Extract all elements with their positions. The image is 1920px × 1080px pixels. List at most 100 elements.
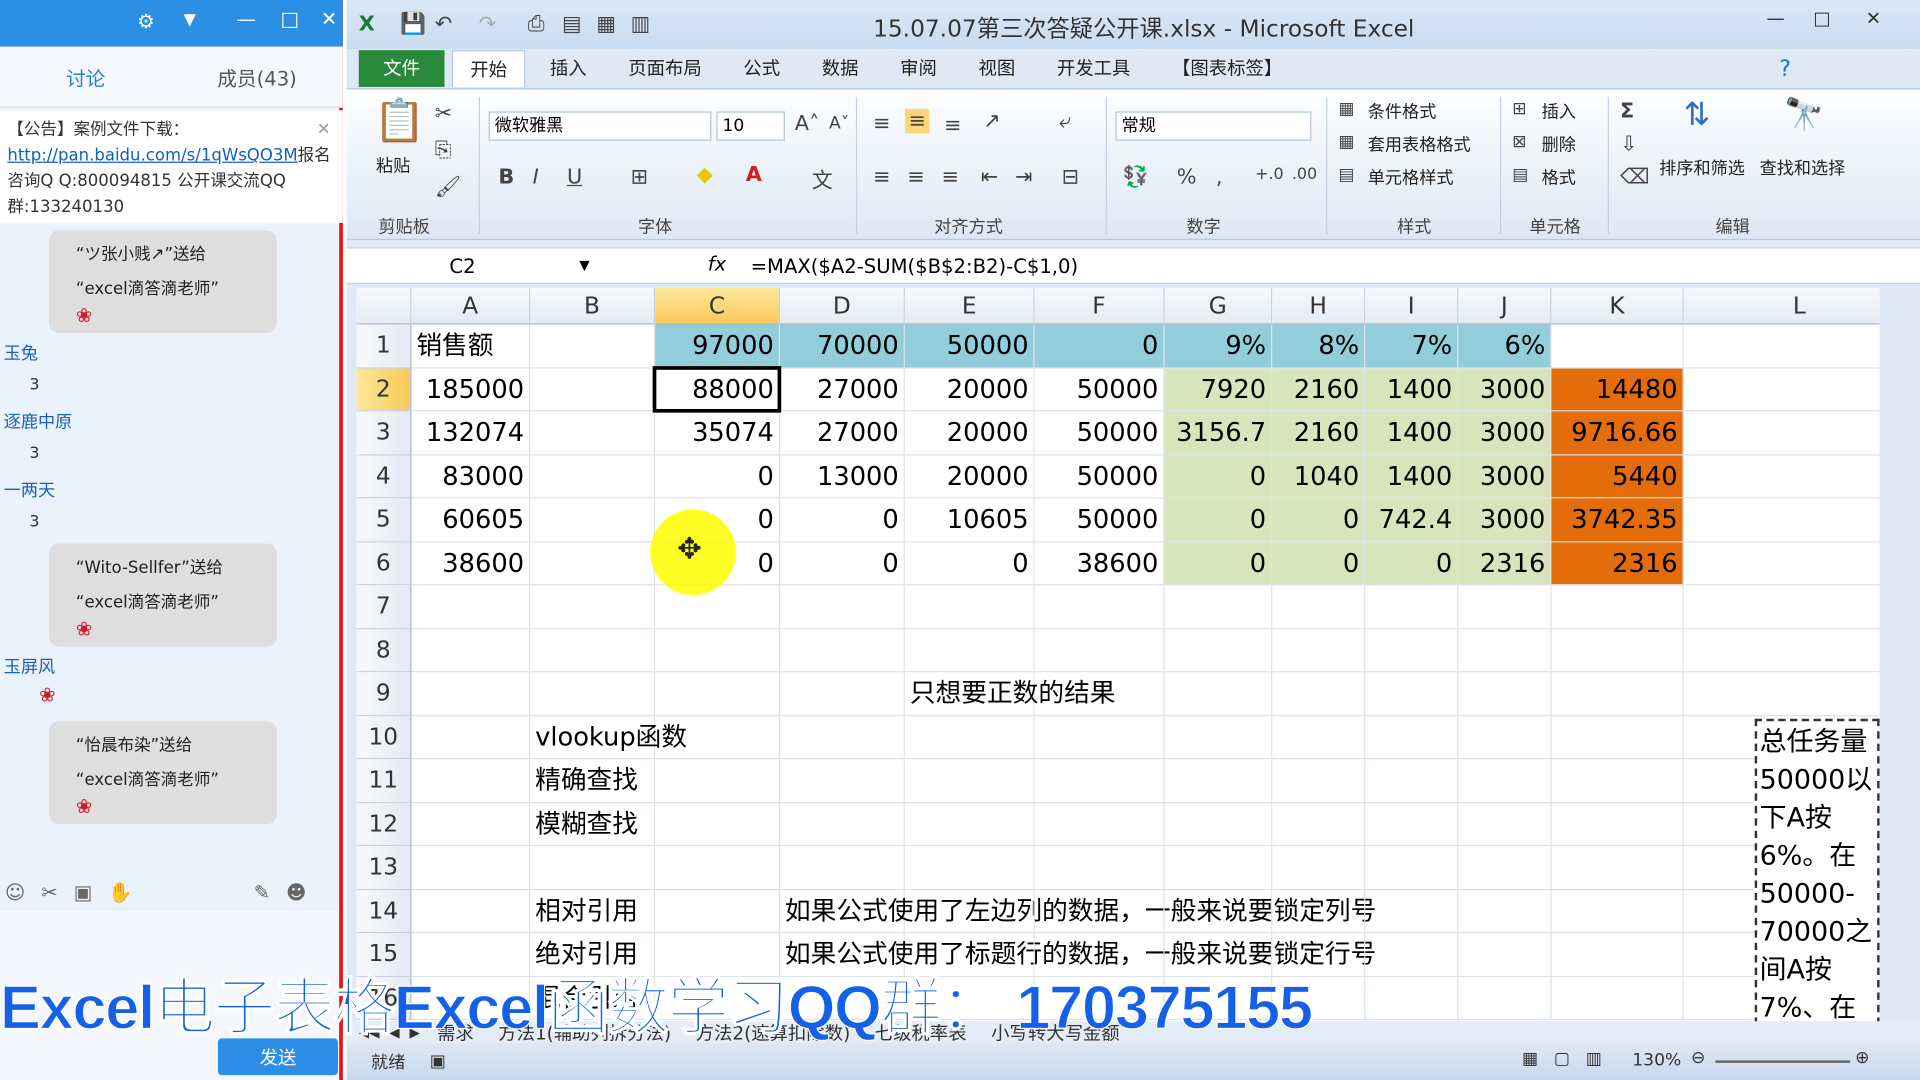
cell-f13[interactable] bbox=[1034, 846, 1165, 890]
decrease-decimal-icon[interactable]: .00 bbox=[1292, 165, 1317, 183]
user-name[interactable]: 一两天 bbox=[4, 478, 55, 502]
currency-icon[interactable]: 💱 bbox=[1123, 165, 1149, 189]
cell-f2[interactable]: 50000 bbox=[1034, 367, 1165, 412]
cell-d5[interactable]: 0 bbox=[780, 498, 905, 542]
cell-h3[interactable]: 2160 bbox=[1272, 411, 1366, 455]
cell-b5[interactable] bbox=[530, 498, 656, 542]
cell-i2[interactable]: 1400 bbox=[1365, 367, 1459, 412]
tab-home[interactable]: 开始 bbox=[451, 50, 526, 87]
cell-a4[interactable]: 83000 bbox=[411, 454, 531, 499]
cell-d1[interactable]: 70000 bbox=[780, 324, 905, 368]
cell-f4[interactable]: 50000 bbox=[1034, 454, 1165, 499]
format-button[interactable]: 格式 bbox=[1542, 165, 1576, 189]
tab-view[interactable]: 视图 bbox=[961, 50, 1032, 87]
cell-i9[interactable] bbox=[1365, 672, 1459, 716]
align-middle-icon[interactable]: ≡ bbox=[904, 108, 930, 134]
cell-j6[interactable]: 2316 bbox=[1458, 541, 1552, 586]
worksheet-grid[interactable]: ABCDEFGHIJKL 1 2 3 4 5 6 7 8 9 10 11 12 13 14 15 16 销售额… bbox=[356, 287, 1880, 1023]
cell-b1[interactable] bbox=[530, 324, 656, 368]
cell-c4[interactable]: 0 bbox=[655, 454, 781, 499]
cell-j14[interactable] bbox=[1458, 889, 1552, 934]
minimize-icon[interactable]: — bbox=[236, 7, 256, 30]
clear-icon[interactable]: ⌫ bbox=[1620, 165, 1649, 189]
emoji-icon[interactable]: ☺ bbox=[5, 880, 25, 903]
italic-icon[interactable]: I bbox=[533, 165, 539, 189]
cell-g5[interactable]: 0 bbox=[1164, 498, 1273, 542]
decrease-indent-icon[interactable]: ⇤ bbox=[981, 165, 998, 189]
cell-d4[interactable]: 13000 bbox=[780, 454, 905, 499]
delete-button[interactable]: 删除 bbox=[1542, 132, 1576, 156]
paste-icon[interactable]: 📋 bbox=[373, 97, 425, 146]
cell-i16[interactable] bbox=[1365, 976, 1459, 1021]
cell-h10[interactable] bbox=[1272, 715, 1366, 760]
cell-k1[interactable] bbox=[1551, 324, 1684, 368]
cell-l4[interactable] bbox=[1683, 455, 1880, 499]
cell-l8[interactable] bbox=[1683, 629, 1880, 673]
column-header-b[interactable]: B bbox=[530, 287, 656, 325]
cell-g4[interactable]: 0 bbox=[1164, 454, 1273, 499]
cell-h11[interactable] bbox=[1272, 759, 1366, 803]
cell-l7[interactable] bbox=[1683, 585, 1880, 629]
number-format-select[interactable]: 常规 bbox=[1115, 111, 1312, 141]
merge-center-icon[interactable]: ⊟ bbox=[1062, 165, 1079, 189]
cell-l1[interactable] bbox=[1683, 324, 1880, 368]
increase-indent-icon[interactable]: ⇥ bbox=[1015, 165, 1032, 189]
cell-b6[interactable] bbox=[530, 541, 656, 586]
row-header-8[interactable]: 8 bbox=[356, 628, 412, 673]
format-icon[interactable]: ▤ bbox=[1512, 165, 1528, 185]
cell-d6[interactable]: 0 bbox=[780, 541, 905, 586]
find-select-button[interactable]: 查找和选择 bbox=[1760, 156, 1846, 180]
undo-icon[interactable]: ↶ bbox=[435, 12, 452, 36]
close-icon[interactable]: ✕ bbox=[321, 7, 337, 30]
row-header-9[interactable]: 9 bbox=[356, 672, 412, 716]
cell-g6[interactable]: 0 bbox=[1164, 541, 1273, 586]
border-icon[interactable]: ⊞ bbox=[631, 165, 648, 189]
cell-e9[interactable]: 只想要正数的结果 bbox=[904, 672, 1116, 716]
cell-b8[interactable] bbox=[530, 628, 656, 673]
cell-c7[interactable] bbox=[655, 585, 781, 629]
delete-icon[interactable]: ⊠ bbox=[1512, 132, 1526, 152]
cell-b14[interactable]: 相对引用 bbox=[530, 889, 656, 934]
row-header-14[interactable]: 14 bbox=[356, 889, 412, 934]
cell-k13[interactable] bbox=[1551, 846, 1684, 890]
cell-styles-button[interactable]: 单元格样式 bbox=[1368, 165, 1454, 189]
cell-b4[interactable] bbox=[530, 454, 656, 499]
row-header-11[interactable]: 11 bbox=[356, 759, 412, 803]
copy-icon[interactable]: ⎘ bbox=[435, 138, 452, 162]
cell-k8[interactable] bbox=[1551, 628, 1684, 673]
tab-chart-labels[interactable]: 【图表标签】 bbox=[1155, 50, 1300, 87]
cell-d3[interactable]: 27000 bbox=[780, 411, 905, 455]
comma-icon[interactable]: , bbox=[1216, 165, 1223, 189]
cell-c1[interactable]: 97000 bbox=[655, 324, 781, 368]
cell-k5[interactable]: 3742.35 bbox=[1551, 498, 1684, 542]
cell-g13[interactable] bbox=[1164, 846, 1273, 890]
image-icon[interactable]: ▣ bbox=[74, 880, 93, 903]
cell-f7[interactable] bbox=[1034, 585, 1165, 629]
cell-g8[interactable] bbox=[1164, 628, 1273, 673]
cell-styles-icon[interactable]: ▤ bbox=[1338, 165, 1354, 185]
cell-f6[interactable]: 38600 bbox=[1034, 541, 1165, 586]
cell-j13[interactable] bbox=[1458, 846, 1552, 890]
cell-l2[interactable] bbox=[1683, 368, 1880, 412]
user-name[interactable]: 玉兔 bbox=[4, 340, 38, 364]
copy-icon[interactable]: ▦ bbox=[596, 12, 616, 36]
format-table-icon[interactable]: ▦ bbox=[1338, 132, 1354, 152]
column-header-d[interactable]: D bbox=[780, 287, 905, 325]
cell-c12[interactable] bbox=[655, 802, 781, 847]
row-header-2[interactable]: 2 bbox=[356, 367, 412, 412]
cell-k2[interactable]: 14480 bbox=[1551, 367, 1684, 412]
cell-a6[interactable]: 38600 bbox=[411, 541, 531, 586]
cell-a14[interactable] bbox=[411, 889, 531, 934]
conditional-format-icon[interactable]: ▦ bbox=[1338, 99, 1354, 119]
cell-f11[interactable] bbox=[1034, 759, 1165, 803]
cell-a10[interactable] bbox=[411, 715, 531, 760]
row-header-13[interactable]: 13 bbox=[356, 846, 412, 890]
wrap-text-icon[interactable]: ⤶ bbox=[1059, 109, 1071, 133]
cell-g1[interactable]: 9% bbox=[1164, 324, 1273, 368]
cell-f5[interactable]: 50000 bbox=[1034, 498, 1165, 542]
minimize-icon[interactable]: — bbox=[1757, 7, 1794, 34]
cell-a8[interactable] bbox=[411, 628, 531, 673]
cell-j11[interactable] bbox=[1458, 759, 1552, 803]
cell-b11[interactable]: 精确查找 bbox=[530, 759, 656, 803]
cell-j4[interactable]: 3000 bbox=[1458, 454, 1552, 499]
